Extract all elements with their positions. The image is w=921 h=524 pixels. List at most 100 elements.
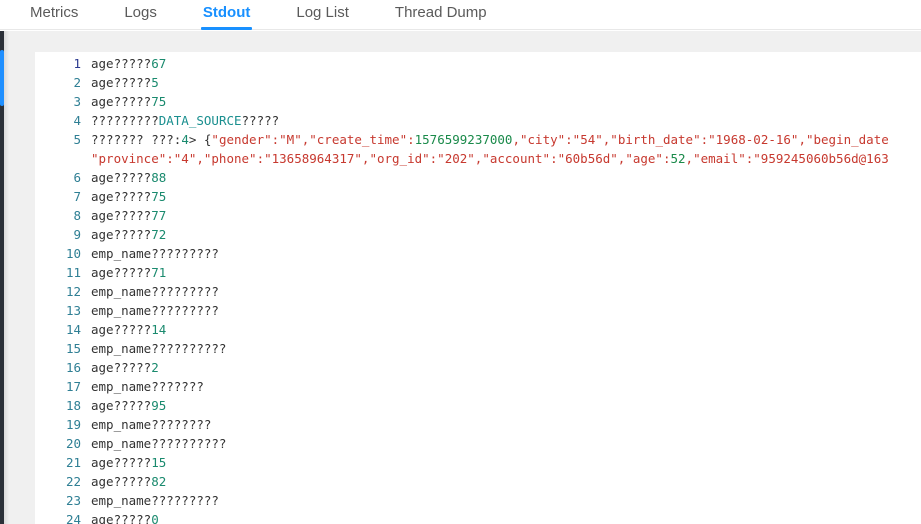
line-content[interactable]: emp_name????????? <box>91 282 921 301</box>
line-number: 9 <box>73 227 81 242</box>
code-token-num: 14 <box>151 322 167 337</box>
line-content[interactable]: emp_name??????? <box>91 377 921 396</box>
code-token-num: 75 <box>151 189 167 204</box>
code-token-num: 2 <box>151 360 159 375</box>
code-token-num: 15 <box>151 455 167 470</box>
code-token-plain: age????? <box>91 398 152 413</box>
line-number: 22 <box>65 474 81 489</box>
code-token-plain: age????? <box>91 208 152 223</box>
code-token-num: 82 <box>151 474 167 489</box>
line-content[interactable]: age?????2 <box>91 358 921 377</box>
line-number: 24 <box>65 512 81 524</box>
line-content[interactable]: emp_name?????????? <box>91 339 921 358</box>
line-content[interactable]: emp_name????????? <box>91 491 921 510</box>
line-content[interactable]: ?????????DATA_SOURCE????? <box>91 111 921 130</box>
line-content[interactable]: age?????67 <box>91 54 921 73</box>
code-line: 18 age?????95 <box>35 396 921 415</box>
code-token-plain: age????? <box>91 455 152 470</box>
tab-label: Log List <box>296 4 349 21</box>
code-token-jnum: 52 <box>670 151 686 166</box>
left-rail <box>0 31 9 524</box>
line-content[interactable]: age?????71 <box>91 263 921 282</box>
code-line: 4 ?????????DATA_SOURCE????? <box>35 111 921 130</box>
tab-log-list[interactable]: Log List <box>296 0 349 30</box>
line-number: 23 <box>65 493 81 508</box>
line-number: 17 <box>65 379 81 394</box>
line-number: 10 <box>65 246 81 261</box>
tab-logs[interactable]: Logs <box>124 0 157 30</box>
line-number: 12 <box>65 284 81 299</box>
code-line: 22 age?????82 <box>35 472 921 491</box>
code-token-plain: age????? <box>91 360 152 375</box>
line-content[interactable]: age?????82 <box>91 472 921 491</box>
code-line: 24 age?????0 <box>35 510 921 524</box>
tab-stdout[interactable]: Stdout <box>200 0 253 30</box>
code-token-plain: age????? <box>91 265 152 280</box>
code-token-plain: emp_name??????? <box>91 379 204 394</box>
code-token-num: 77 <box>151 208 167 223</box>
code-token-num: 88 <box>151 170 167 185</box>
code-token-plain: emp_name????????? <box>91 303 219 318</box>
tab-metrics[interactable]: Metrics <box>30 0 78 30</box>
code-token-str: "gender":"M","create_time": <box>211 132 415 147</box>
tab-active-underline <box>200 27 253 30</box>
code-line: 21 age?????15 <box>35 453 921 472</box>
line-content[interactable]: age?????14 <box>91 320 921 339</box>
code-line: 14 age?????14 <box>35 320 921 339</box>
code-token-num: 67 <box>151 56 167 71</box>
line-content[interactable]: emp_name?????????? <box>91 434 921 453</box>
code-token-plain: emp_name???????? <box>91 417 212 432</box>
line-content-wrapped: "province":"4","phone":"13658964317","or… <box>91 149 921 168</box>
line-content[interactable]: age?????75 <box>91 187 921 206</box>
code-token-str: ,"email":"959245060b56d@163 <box>685 151 889 166</box>
log-content-area: 1 age?????67 2 age?????5 3 age?????75 4???????… <box>0 31 921 524</box>
code-token-plain: emp_name????????? <box>91 246 219 261</box>
tab-label: Metrics <box>30 4 79 21</box>
code-token-plain: age????? <box>91 227 152 242</box>
code-token-plain: age????? <box>91 56 152 71</box>
code-token-num: 72 <box>151 227 167 242</box>
line-number: 8 <box>73 208 81 223</box>
code-line: 1 age?????67 <box>35 52 921 73</box>
code-token-plain: ????????? <box>91 113 159 128</box>
vertical-scrollbar-track[interactable] <box>0 31 4 524</box>
line-number: 1 <box>73 56 81 71</box>
line-content[interactable]: age?????0 <box>91 510 921 524</box>
line-content[interactable]: emp_name???????? <box>91 415 921 434</box>
code-line: 11 age?????71 <box>35 263 921 282</box>
stdout-log-viewer: Metrics Logs Stdout Log List Thread Dump 1 ag… <box>0 0 921 524</box>
line-number: 7 <box>73 189 81 204</box>
line-number: 15 <box>65 341 81 356</box>
code-token-plain: age????? <box>91 94 152 109</box>
line-content[interactable]: age?????88 <box>91 168 921 187</box>
tab-label: Logs <box>124 4 157 21</box>
line-content[interactable]: age?????95 <box>91 396 921 415</box>
line-content[interactable]: emp_name????????? <box>91 244 921 263</box>
code-token-plain: ??????? ???: <box>91 132 182 147</box>
line-number: 19 <box>65 417 81 432</box>
stdout-code-panel[interactable]: 1 age?????67 2 age?????5 3 age?????75 4???????… <box>35 52 921 524</box>
code-line: 6 age?????88 <box>35 168 921 187</box>
line-content[interactable]: age?????15 <box>91 453 921 472</box>
line-content[interactable]: age?????5 <box>91 73 921 92</box>
line-number: 18 <box>65 398 81 413</box>
vertical-scrollbar-thumb[interactable] <box>0 50 4 106</box>
line-number: 11 <box>65 265 81 280</box>
code-token-str: "province":"4","phone":"13658964317","or… <box>91 151 671 166</box>
line-content[interactable]: emp_name????????? <box>91 301 921 320</box>
code-line: 15 emp_name?????????? <box>35 339 921 358</box>
line-content[interactable]: age?????75 <box>91 92 921 111</box>
code-token-plain: age????? <box>91 474 152 489</box>
line-number: 14 <box>65 322 81 337</box>
line-number: 13 <box>65 303 81 318</box>
tab-thread-dump[interactable]: Thread Dump <box>395 0 487 30</box>
code-line: 5 ??????? ???:4> {"gender":"M","create_ti… <box>35 130 921 168</box>
line-content[interactable]: ??????? ???:4> {"gender":"M","create_tim… <box>91 130 921 168</box>
code-line: 17 emp_name??????? <box>35 377 921 396</box>
code-line: 3 age?????75 <box>35 92 921 111</box>
code-token-plain: age????? <box>91 189 152 204</box>
code-token-plain: ????? <box>241 113 280 128</box>
line-content[interactable]: age?????77 <box>91 206 921 225</box>
line-content[interactable]: age?????72 <box>91 225 921 244</box>
code-token-num: 4 <box>181 132 189 147</box>
